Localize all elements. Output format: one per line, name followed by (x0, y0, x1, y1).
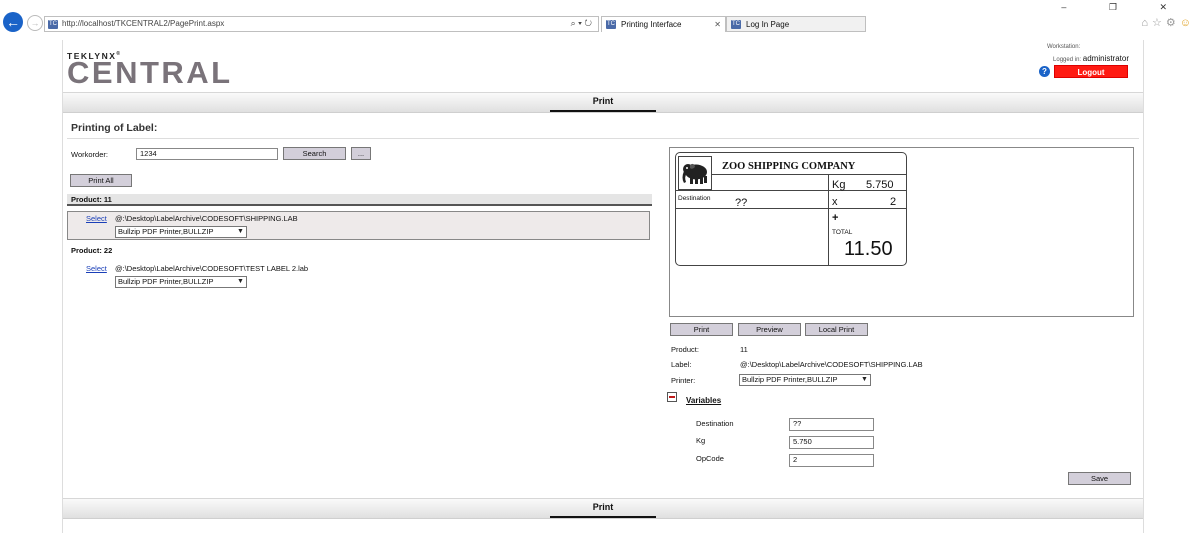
select-link[interactable]: Select (86, 264, 107, 273)
page-title: Printing of Label: (71, 122, 158, 134)
username: administrator (1082, 54, 1129, 63)
chevron-down-icon: ▼ (861, 376, 868, 383)
x-label: x (832, 196, 838, 208)
print-button[interactable]: Print (670, 323, 733, 336)
printer-select-value: Bullzip PDF Printer,BULLZIP (742, 375, 838, 384)
product-header: Product: 11 (67, 194, 652, 206)
logged-in-info: Logged in: administrator (1053, 54, 1129, 63)
printer-select-value: Bullzip PDF Printer,BULLZIP (118, 277, 214, 286)
browser-toolbar: ⌂☆⚙☺ (1141, 16, 1195, 29)
window-controls-icon[interactable]: – ❐ ✕ (1061, 2, 1187, 13)
collapse-toggle-icon[interactable] (667, 392, 677, 402)
local-print-button[interactable]: Local Print (805, 323, 868, 336)
kg-input[interactable]: 5.750 (789, 436, 874, 449)
back-arrow-icon[interactable]: ← (3, 12, 23, 32)
chevron-down-icon: ▼ (237, 228, 244, 235)
opcode-input[interactable]: 2 (789, 454, 874, 467)
total-label: TOTAL (832, 229, 853, 236)
tab-active-indicator (550, 516, 656, 518)
variable-label: Destination (696, 419, 734, 428)
label-value: @:\Desktop\LabelArchive\CODESOFT\SHIPPIN… (740, 360, 923, 369)
plus-label: + (832, 212, 839, 224)
printer-select-value: Bullzip PDF Printer,BULLZIP (118, 227, 214, 236)
print-all-button[interactable]: Print All (70, 174, 132, 187)
gear-icon[interactable]: ⚙ (1166, 17, 1180, 29)
star-icon[interactable]: ☆ (1152, 17, 1166, 29)
browse-button[interactable]: ... (351, 147, 371, 160)
label-preview-frame: ZOO SHIPPING COMPANY Kg 5.750 x 2 + TOTA… (669, 147, 1134, 317)
tab-active-indicator (550, 110, 656, 112)
product-label: Product: (671, 345, 699, 354)
help-icon[interactable]: ? (1039, 66, 1050, 77)
label-label: Label: (671, 360, 692, 369)
logo-main-text: CENTRAL (67, 55, 233, 90)
workorder-input[interactable]: 1234 (136, 148, 278, 160)
product-header: Product: 22 (71, 246, 113, 255)
workorder-label: Workorder: (71, 150, 108, 159)
tab-print[interactable]: Print (550, 502, 656, 512)
tab-close-icon[interactable]: ✕ (714, 17, 721, 32)
address-bar[interactable]: TC http://localhost/TKCENTRAL2/PagePrint… (44, 16, 599, 32)
printer-label: Printer: (671, 376, 696, 385)
printer-select[interactable]: Bullzip PDF Printer,BULLZIP ▼ (739, 374, 871, 386)
destination-value: ?? (735, 197, 748, 209)
tab-printing-interface[interactable]: TC Printing Interface ✕ (601, 16, 726, 32)
tab-label: Printing Interface (621, 20, 682, 29)
url-text[interactable]: http://localhost/TKCENTRAL2/PagePrint.as… (62, 19, 224, 28)
tab-log-in-page[interactable]: TC Log In Page (726, 16, 866, 32)
divider (67, 138, 1139, 139)
browser-chrome: ← → TC http://localhost/TKCENTRAL2/PageP… (0, 0, 1201, 40)
variable-label: OpCode (696, 454, 724, 463)
printer-select[interactable]: Bullzip PDF Printer,BULLZIP ▼ (115, 276, 247, 288)
forward-arrow-icon[interactable]: → (27, 15, 43, 31)
logout-button[interactable]: Logout (1054, 65, 1128, 78)
search-button[interactable]: Search (283, 147, 346, 160)
destination-label: Destination (678, 195, 711, 202)
page: TEKLYNX® CENTRAL Workstation: Logged in:… (62, 40, 1144, 533)
elephant-logo-icon (678, 156, 712, 190)
destination-input[interactable]: ?? (789, 418, 874, 431)
kg-label: Kg (832, 179, 846, 191)
label-path: @:\Desktop\LabelArchive\CODESOFT\SHIPPIN… (115, 214, 298, 223)
teklynx-logo: TEKLYNX® CENTRAL (67, 51, 233, 90)
home-icon[interactable]: ⌂ (1141, 17, 1152, 29)
tab-print[interactable]: Print (550, 96, 656, 106)
site-favicon-icon: TC (48, 20, 58, 29)
label-path: @:\Desktop\LabelArchive\CODESOFT\TEST LA… (115, 264, 309, 273)
divider (712, 174, 906, 175)
address-controls-icon[interactable]: ⌕ ▾ ↻ (571, 18, 592, 29)
workstation-label: Workstation: (1047, 44, 1081, 50)
divider (828, 174, 829, 265)
product-value: 11 (740, 345, 748, 354)
x-value: 2 (890, 196, 897, 208)
select-link[interactable]: Select (86, 214, 107, 223)
preview-button[interactable]: Preview (738, 323, 801, 336)
kg-value: 5.750 (866, 179, 894, 191)
tab-label: Log In Page (746, 20, 790, 29)
tab-favicon-icon: TC (731, 20, 741, 30)
total-value: 11.50 (844, 238, 893, 260)
company-name: ZOO SHIPPING COMPANY (722, 161, 856, 172)
top-nav-bar: Print (63, 92, 1143, 113)
tab-favicon-icon: TC (606, 20, 616, 30)
bottom-nav-bar: Print (63, 498, 1143, 519)
variable-label: Kg (696, 436, 706, 445)
divider (676, 208, 906, 209)
save-button[interactable]: Save (1068, 472, 1131, 485)
printer-select[interactable]: Bullzip PDF Printer,BULLZIP ▼ (115, 226, 247, 238)
smiley-icon[interactable]: ☺ (1180, 17, 1195, 29)
logged-in-label: Logged in: (1053, 57, 1082, 63)
chevron-down-icon: ▼ (237, 278, 244, 285)
variables-title[interactable]: Variables (686, 396, 721, 405)
label-preview: ZOO SHIPPING COMPANY Kg 5.750 x 2 + TOTA… (675, 152, 907, 266)
